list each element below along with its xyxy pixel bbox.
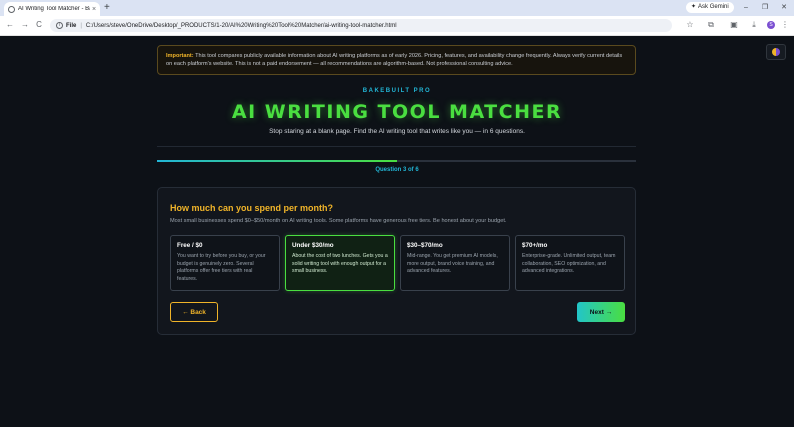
option-description: Enterprise-grade. Unlimited output, team… — [522, 253, 616, 275]
step-indicator: Question 3 of 6 — [375, 167, 419, 173]
page-title: AI WRITING TOOL MATCHER — [231, 101, 563, 123]
reload-icon[interactable]: C — [33, 20, 45, 30]
question-description: Most small businesses spend $0–$50/month… — [170, 218, 507, 224]
notice-label: Important: — [166, 53, 194, 59]
progress-bar — [157, 160, 636, 162]
url-separator: | — [80, 22, 82, 29]
header-divider — [157, 146, 636, 147]
question-title: How much can you spend per month? — [170, 203, 334, 213]
bookmark-star-icon[interactable]: ☆ — [684, 20, 696, 30]
progress-fill — [157, 160, 397, 162]
url-scheme-label: File — [66, 22, 77, 29]
address-bar[interactable]: i File | C:/Users/steve/OneDrive/Desktop… — [50, 19, 672, 32]
option-30-70[interactable]: $30–$70/mo Mid-range. You get premium AI… — [400, 235, 510, 291]
sparkle-icon: ✦ — [691, 4, 697, 10]
download-icon[interactable]: ⤓ — [748, 20, 760, 30]
disclaimer-notice: Important: This tool compares publicly a… — [157, 45, 636, 75]
url-text[interactable]: C:/Users/steve/OneDrive/Desktop/_PRODUCT… — [86, 23, 397, 29]
forward-arrow-icon[interactable]: → — [19, 20, 31, 30]
side-panel-icon[interactable]: ▣ — [728, 20, 740, 30]
page-subtitle: Stop staring at a blank page. Find the A… — [269, 128, 525, 135]
notice-text: This tool compares publicly available in… — [166, 53, 623, 67]
page-favicon-icon — [8, 5, 15, 13]
maximize-icon[interactable]: ❐ — [757, 2, 773, 13]
close-tab-icon[interactable]: × — [90, 6, 98, 13]
site-info-icon[interactable]: i — [56, 22, 63, 29]
browser-tab-bar: AI Writing Tool Matcher - Bake × + ✦ Ask… — [0, 0, 794, 16]
option-description: Mid-range. You get premium AI models, mo… — [407, 253, 498, 275]
extensions-icon[interactable]: ⧉ — [705, 20, 717, 30]
option-label: $30–$70/mo — [407, 242, 443, 249]
option-under-30[interactable]: Under $30/mo About the cost of two lunch… — [285, 235, 395, 291]
browser-toolbar: ← → C i File | C:/Users/steve/OneDrive/D… — [0, 16, 794, 36]
page-content: Important: This tool compares publicly a… — [0, 36, 794, 427]
profile-avatar[interactable]: S — [767, 21, 775, 29]
back-arrow-icon[interactable]: ← — [4, 20, 16, 30]
menu-kebab-icon[interactable]: ⋮ — [779, 20, 791, 30]
question-card: How much can you spend per month? Most s… — [157, 187, 636, 335]
option-70-plus[interactable]: $70+/mo Enterprise-grade. Unlimited outp… — [515, 235, 625, 291]
option-label: Under $30/mo — [292, 242, 334, 249]
option-description: About the cost of two lunches. Gets you … — [292, 253, 388, 275]
browser-tab[interactable]: AI Writing Tool Matcher - Bake × — [4, 2, 100, 16]
option-free[interactable]: Free / $0 You want to try before you buy… — [170, 235, 280, 291]
option-description: You want to try before you buy, or your … — [177, 253, 266, 282]
close-window-icon[interactable]: ✕ — [776, 2, 792, 13]
option-label: $70+/mo — [522, 242, 548, 249]
back-button[interactable]: ← Back — [170, 302, 218, 322]
option-label: Free / $0 — [177, 242, 203, 249]
theme-contrast-icon — [772, 48, 780, 56]
tab-title: AI Writing Tool Matcher - Bake — [18, 6, 90, 12]
brand-label: BAKEBUILT PRO — [362, 88, 432, 94]
ask-gemini-label: Ask Gemini — [698, 4, 729, 10]
new-tab-button[interactable]: + — [104, 2, 110, 14]
ask-gemini-button[interactable]: ✦ Ask Gemini — [686, 2, 734, 13]
next-button[interactable]: Next → — [577, 302, 625, 322]
theme-toggle-button[interactable] — [766, 44, 786, 60]
minimize-icon[interactable]: – — [738, 2, 754, 13]
